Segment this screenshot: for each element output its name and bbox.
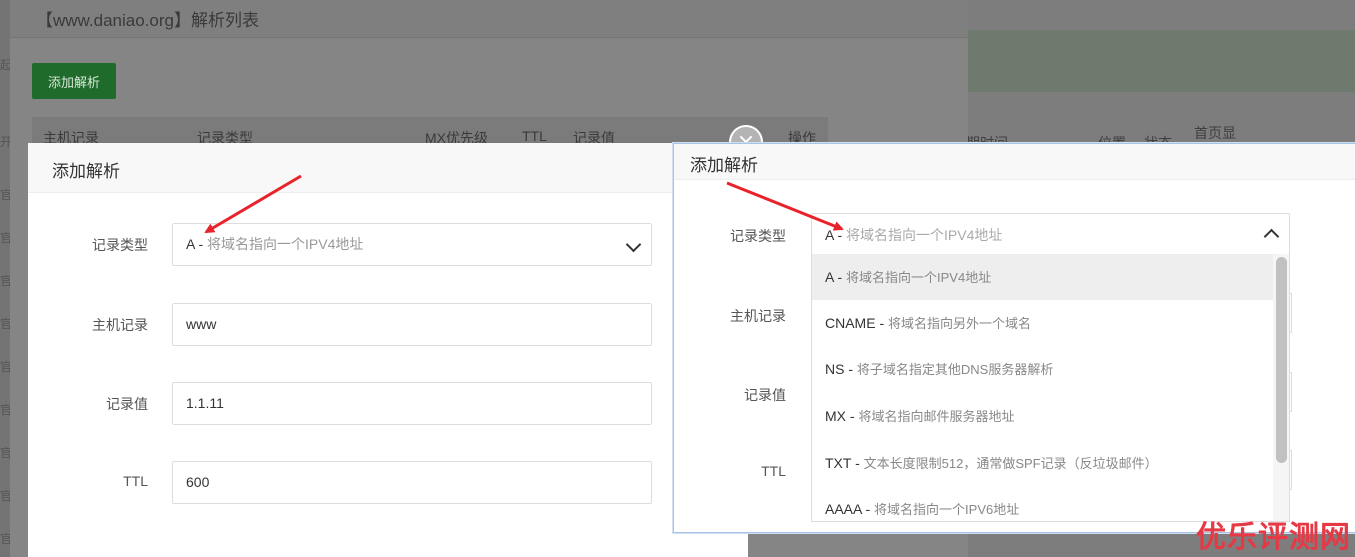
arrow-icon bbox=[726, 181, 844, 231]
annotation-arrows bbox=[204, 174, 844, 234]
arrow-icon bbox=[204, 174, 302, 234]
site-watermark: 优乐评测网 bbox=[1196, 520, 1351, 555]
